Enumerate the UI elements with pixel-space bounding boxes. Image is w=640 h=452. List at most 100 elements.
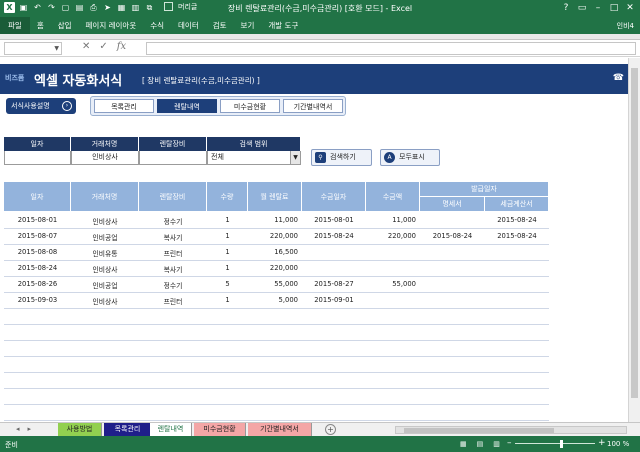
tab-view[interactable]: 보기 (234, 20, 262, 31)
nav-tab-period-report[interactable]: 기간별내역서 (283, 99, 343, 113)
search-date-input[interactable] (4, 151, 71, 165)
table-cell[interactable]: 프린터 (139, 248, 207, 258)
vertical-scrollbar[interactable] (628, 58, 640, 422)
table-cell[interactable]: 11,000 (366, 216, 416, 224)
page-layout-view-icon[interactable]: ▤ (477, 440, 484, 448)
vertical-scroll-thumb[interactable] (631, 68, 638, 398)
next-sheet-icon[interactable]: ▸ (28, 425, 32, 433)
table-cell[interactable]: 2015-08-27 (302, 280, 366, 288)
sheet-tab[interactable]: 렌탈내역 (150, 423, 192, 436)
table-cell[interactable]: 2015-08-24 (420, 232, 485, 240)
name-box[interactable]: ▼ (4, 42, 62, 55)
col-header-monthly-fee: 월 렌탈료 (248, 182, 302, 212)
maximize-icon[interactable]: □ (606, 1, 622, 15)
search-equipment-input[interactable] (139, 151, 207, 165)
table-cell[interactable]: 220,000 (248, 264, 298, 272)
table-cell[interactable]: 2015-08-08 (4, 248, 71, 256)
ribbon-tabs: 파일 홈 삽입 페이지 레이아웃 수식 데이터 검토 보기 개발 도구 인비4 (0, 17, 640, 34)
horizontal-scrollbar[interactable] (395, 426, 627, 434)
search-range-select[interactable]: 전체 ▼ (207, 151, 301, 165)
sheet-tab[interactable]: 기간별내역서 (248, 423, 312, 436)
table-cell[interactable]: 복사기 (139, 232, 207, 242)
tab-data[interactable]: 데이터 (171, 20, 206, 31)
table-cell[interactable]: 인비유통 (71, 248, 139, 258)
zoom-out-icon[interactable]: – (507, 438, 512, 448)
help-button[interactable]: 서식사용설명 › (6, 98, 76, 114)
row-divider (4, 292, 549, 293)
table-cell[interactable]: 2015-08-01 (4, 216, 71, 224)
table-cell[interactable]: 2015-08-24 (485, 232, 549, 240)
table-cell[interactable]: 1 (207, 248, 248, 256)
formula-input[interactable] (146, 42, 636, 55)
sheet-tab[interactable]: 사용방법 (58, 423, 102, 436)
nav-tab-list-management[interactable]: 목록관리 (94, 99, 154, 113)
table-cell[interactable]: 인비공업 (71, 280, 139, 290)
cancel-icon[interactable]: ✕ (82, 41, 90, 52)
table-cell[interactable]: 220,000 (248, 232, 298, 240)
table-cell[interactable]: 인비상사 (71, 264, 139, 274)
table-cell[interactable]: 복사기 (139, 264, 207, 274)
tab-insert[interactable]: 삽입 (51, 20, 79, 31)
table-cell[interactable]: 2015-08-01 (302, 216, 366, 224)
nav-tab-unpaid-status[interactable]: 미수금현황 (220, 99, 280, 113)
table-cell[interactable]: 2015-08-07 (4, 232, 71, 240)
table-cell[interactable]: 1 (207, 216, 248, 224)
table-cell[interactable]: 인비상사 (71, 216, 139, 226)
table-cell[interactable]: 11,000 (248, 216, 298, 224)
table-cell[interactable]: 1 (207, 296, 248, 304)
table-cell[interactable]: 220,000 (366, 232, 416, 240)
table-cell[interactable]: 5 (207, 280, 248, 288)
enter-icon[interactable]: ✓ (99, 41, 107, 52)
zoom-slider[interactable] (515, 443, 595, 444)
close-icon[interactable]: ✕ (622, 1, 638, 15)
table-cell[interactable]: 인비상사 (71, 296, 139, 306)
show-all-button[interactable]: A 모두표시 (380, 149, 440, 166)
tab-page-layout[interactable]: 페이지 레이아웃 (79, 20, 144, 31)
table-cell[interactable]: 2015-09-01 (302, 296, 366, 304)
table-cell[interactable]: 2015-08-26 (4, 280, 71, 288)
insert-function-icon[interactable]: fx (117, 41, 126, 52)
table-cell[interactable]: 인비공업 (71, 232, 139, 242)
zoom-level[interactable]: 100 % (607, 440, 629, 448)
tab-developer[interactable]: 개발 도구 (261, 20, 305, 31)
tab-formulas[interactable]: 수식 (143, 20, 171, 31)
zoom-in-icon[interactable]: + (598, 438, 606, 448)
table-cell[interactable]: 1 (207, 232, 248, 240)
add-sheet-icon[interactable]: + (325, 424, 336, 435)
table-cell[interactable]: 2015-08-24 (302, 232, 366, 240)
horizontal-scroll-thumb[interactable] (404, 428, 554, 433)
minimize-icon[interactable]: – (590, 1, 606, 15)
name-box-dropdown-icon[interactable]: ▼ (54, 43, 59, 54)
table-cell[interactable]: 55,000 (248, 280, 298, 288)
dropdown-arrow-icon[interactable]: ▼ (290, 151, 300, 164)
prev-sheet-icon[interactable]: ◂ (16, 425, 20, 433)
tab-review[interactable]: 검토 (206, 20, 234, 31)
table-cell[interactable]: 16,500 (248, 248, 298, 256)
table-cell[interactable]: 프린터 (139, 296, 207, 306)
tab-home[interactable]: 홈 (30, 20, 51, 31)
ribbon-display-icon[interactable]: ▭ (574, 1, 590, 15)
table-cell[interactable]: 55,000 (366, 280, 416, 288)
nav-tab-rental-history[interactable]: 렌탈내역 (157, 99, 217, 113)
table-cell[interactable]: 1 (207, 264, 248, 272)
table-cell[interactable]: 2015-08-24 (485, 216, 549, 224)
tab-file[interactable]: 파일 (0, 17, 30, 34)
search-client-input[interactable]: 인비상사 (71, 151, 139, 165)
sheet-tab[interactable]: 미수금현황 (194, 423, 246, 436)
table-cell[interactable]: 정수기 (139, 216, 207, 226)
zoom-slider-knob[interactable] (560, 440, 563, 448)
row-divider (4, 356, 549, 357)
page-break-view-icon[interactable]: ▥ (493, 440, 500, 448)
search-button[interactable]: ⚲ 검색하기 (311, 149, 372, 166)
normal-view-icon[interactable]: ▦ (460, 440, 467, 448)
table-cell[interactable]: 2015-08-24 (4, 264, 71, 272)
help-icon[interactable]: ? (558, 1, 574, 15)
table-cell[interactable]: 정수기 (139, 280, 207, 290)
user-name[interactable]: 인비4 (617, 21, 634, 31)
col-header-payment-date: 수금일자 (302, 182, 366, 212)
table-cell[interactable]: 2015-09-03 (4, 296, 71, 304)
worksheet[interactable]: 비즈폼 엑셀 자동화서식 [ 장비 렌탈료관리(수금,미수금관리) ] ☎ 서식… (0, 58, 628, 422)
table-cell[interactable]: 5,000 (248, 296, 298, 304)
sheet-tab[interactable]: 목록관리 (104, 423, 152, 436)
brand-logo: 비즈폼 (5, 74, 25, 82)
